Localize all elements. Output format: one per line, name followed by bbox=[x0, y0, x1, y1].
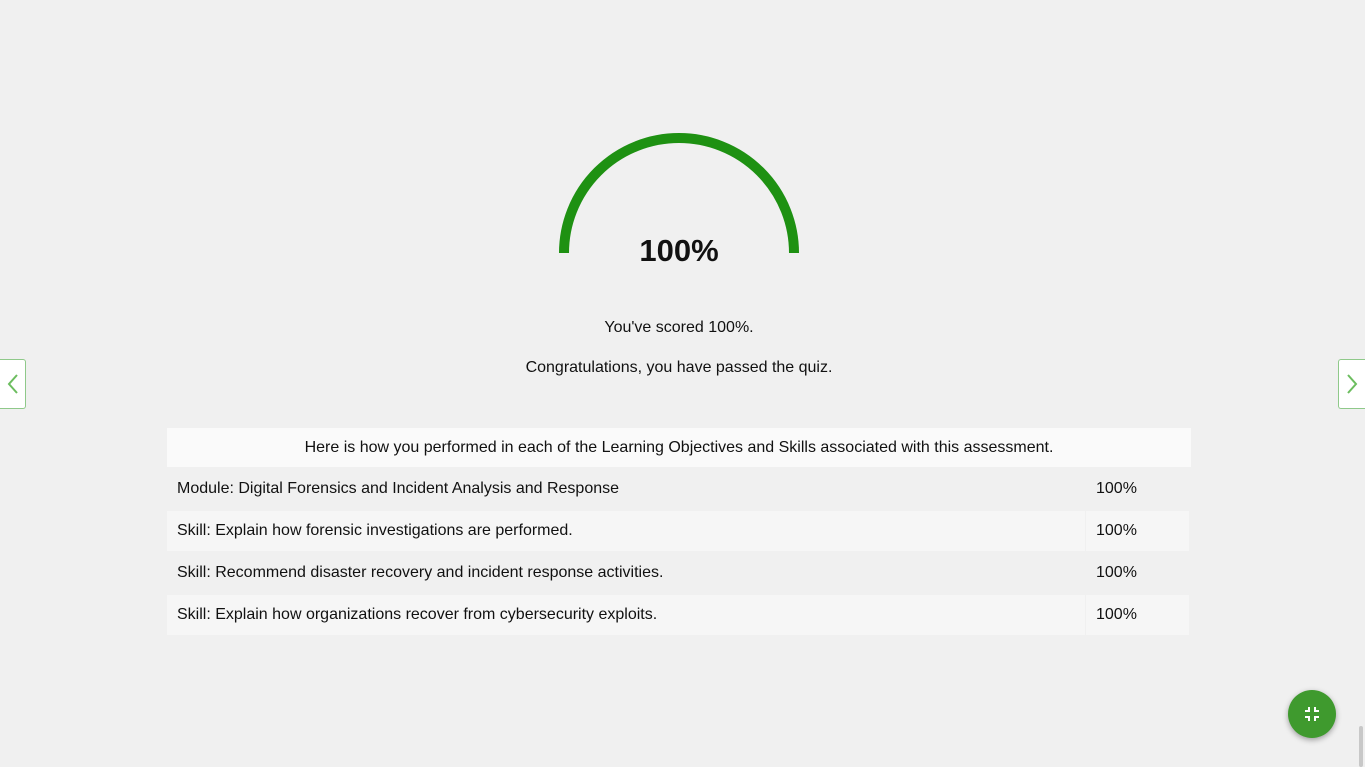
results-header: Here is how you performed in each of the… bbox=[167, 428, 1191, 467]
quiz-results-page: 100% You've scored 100%. Congratulations… bbox=[0, 0, 1365, 767]
table-row: Skill: Explain how organizations recover… bbox=[167, 595, 1191, 635]
chevron-left-icon bbox=[7, 374, 18, 394]
objective-percent: 100% bbox=[1086, 553, 1189, 593]
previous-button[interactable] bbox=[0, 359, 26, 409]
objective-percent: 100% bbox=[1086, 595, 1189, 635]
objective-label: Skill: Explain how organizations recover… bbox=[167, 595, 1085, 635]
objective-label: Skill: Recommend disaster recovery and i… bbox=[167, 553, 1085, 593]
pass-message: Congratulations, you have passed the qui… bbox=[525, 359, 833, 376]
objective-label: Module: Digital Forensics and Incident A… bbox=[167, 469, 1085, 509]
collapse-icon bbox=[1305, 707, 1319, 721]
objective-percent: 100% bbox=[1086, 469, 1189, 509]
results-table: Here is how you performed in each of the… bbox=[167, 428, 1191, 635]
score-value: 100% bbox=[639, 233, 719, 268]
table-row: Skill: Recommend disaster recovery and i… bbox=[167, 553, 1191, 593]
score-gauge: 100% bbox=[556, 130, 802, 268]
scrollbar-thumb[interactable] bbox=[1359, 726, 1363, 767]
objective-label: Skill: Explain how forensic investigatio… bbox=[167, 511, 1085, 551]
table-row: Skill: Explain how forensic investigatio… bbox=[167, 511, 1191, 551]
next-button[interactable] bbox=[1338, 359, 1365, 409]
score-message: You've scored 100%. bbox=[604, 319, 754, 336]
chevron-right-icon bbox=[1347, 374, 1358, 394]
objective-percent: 100% bbox=[1086, 511, 1189, 551]
exit-fullscreen-button[interactable] bbox=[1288, 690, 1336, 738]
table-row: Module: Digital Forensics and Incident A… bbox=[167, 469, 1191, 509]
